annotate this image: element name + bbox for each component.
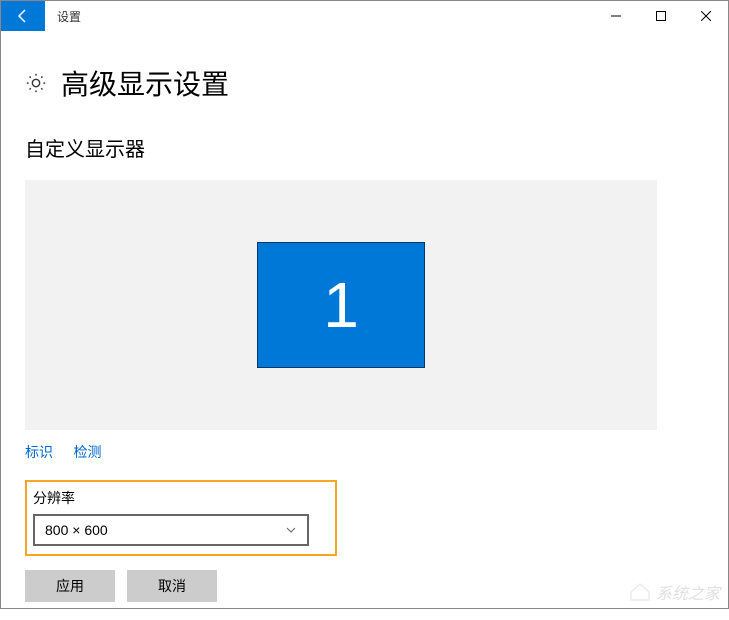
resolution-highlight: 分辨率 800 × 600 (25, 480, 337, 556)
window-title: 设置 (45, 8, 593, 25)
detect-link[interactable]: 检测 (73, 444, 101, 460)
resolution-label: 分辨率 (33, 488, 329, 508)
monitor-number: 1 (323, 268, 359, 342)
monitor-1[interactable]: 1 (257, 242, 425, 368)
close-icon (701, 11, 711, 21)
minimize-button[interactable] (593, 1, 638, 31)
maximize-button[interactable] (638, 1, 683, 31)
apply-button[interactable]: 应用 (25, 570, 115, 602)
resolution-dropdown[interactable]: 800 × 600 (33, 514, 309, 546)
gear-icon (25, 72, 47, 94)
house-icon (628, 580, 652, 604)
page-title: 高级显示设置 (61, 63, 229, 103)
cancel-button[interactable]: 取消 (127, 570, 217, 602)
close-button[interactable] (683, 1, 728, 31)
back-button[interactable] (1, 1, 45, 31)
maximize-icon (656, 11, 666, 21)
identify-link[interactable]: 标识 (25, 444, 53, 460)
watermark: 系统之家 (628, 580, 720, 604)
chevron-down-icon (285, 524, 297, 536)
display-preview-area: 1 (25, 180, 657, 430)
minimize-icon (611, 11, 621, 21)
back-arrow-icon (15, 8, 31, 24)
resolution-value: 800 × 600 (45, 522, 108, 538)
section-title: 自定义显示器 (25, 133, 704, 162)
